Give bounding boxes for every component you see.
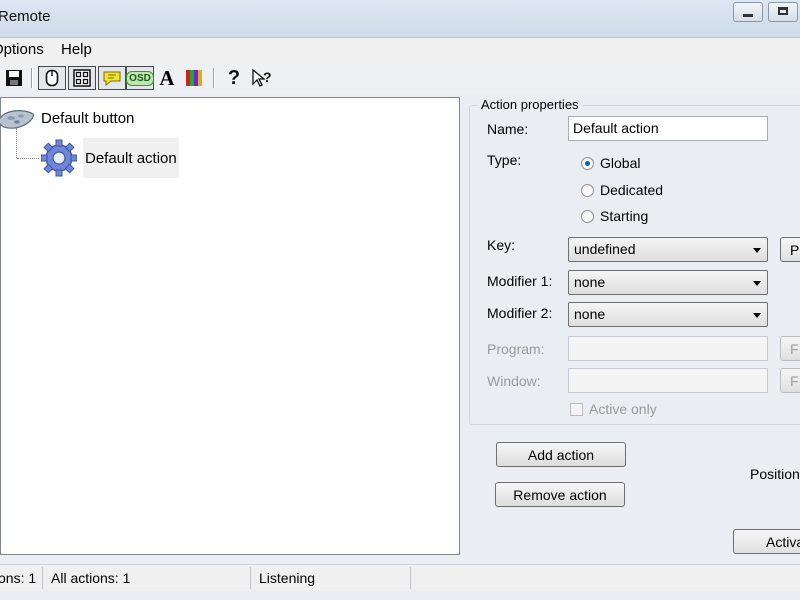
- tree-node-default-action-label[interactable]: Default action: [85, 150, 177, 167]
- font-icon: A: [159, 65, 175, 90]
- osd-button[interactable]: OSD: [126, 66, 154, 90]
- help-icon: ?: [227, 66, 241, 89]
- program-label: Program:: [487, 341, 545, 357]
- modifier1-label: Modifier 1:: [487, 273, 553, 289]
- toolbar: OSD A ? ?: [0, 62, 800, 94]
- grid-icon: [73, 69, 91, 87]
- remote-control-icon: [0, 110, 34, 129]
- context-help-icon: ?: [252, 68, 272, 87]
- mouse-mode-button[interactable]: [38, 66, 66, 90]
- button-tree[interactable]: Default button Default action: [0, 97, 460, 555]
- modifier1-select[interactable]: none: [568, 270, 768, 295]
- name-field[interactable]: Default action: [568, 116, 768, 141]
- remove-action-button[interactable]: Remove action: [495, 482, 625, 507]
- menu-bar: Options Help: [0, 38, 800, 63]
- status-all-actions: All actions: 1: [51, 570, 131, 586]
- status-divider: [42, 567, 43, 589]
- active-only-checkbox[interactable]: [570, 403, 583, 416]
- save-icon: [6, 70, 22, 86]
- status-listening: Listening: [259, 570, 316, 586]
- program-field[interactable]: [568, 336, 768, 361]
- program-browse-button[interactable]: F: [780, 336, 800, 361]
- maximize-icon: [778, 7, 788, 15]
- modifier2-label: Modifier 2:: [487, 305, 553, 321]
- osd-icon: OSD: [126, 70, 154, 86]
- chevron-down-icon: [753, 248, 761, 253]
- add-action-button[interactable]: Add action: [496, 442, 626, 467]
- program-browse-button-label: F: [790, 340, 799, 357]
- chevron-down-icon: [753, 313, 761, 318]
- window-field[interactable]: [568, 368, 768, 393]
- messages-button[interactable]: [98, 66, 126, 90]
- tree-node-default-button-label[interactable]: Default button: [41, 110, 134, 127]
- mouse-icon: [45, 69, 59, 87]
- toolbar-separator: [31, 68, 33, 88]
- toolbar-separator: [213, 68, 215, 88]
- key-select[interactable]: undefined: [568, 237, 768, 262]
- type-dedicated-label[interactable]: Dedicated: [600, 182, 663, 198]
- tree-node-default-action[interactable]: [40, 138, 78, 178]
- chevron-down-icon: [753, 281, 761, 286]
- minimize-icon: [743, 14, 753, 17]
- active-only-label[interactable]: Active only: [589, 401, 657, 417]
- key-select-value: undefined: [574, 241, 636, 257]
- help-button[interactable]: ?: [224, 66, 244, 90]
- key-press-button-label: P: [790, 241, 800, 258]
- action-properties-caption: Action properties: [478, 97, 582, 112]
- status-bar: ons: 1 All actions: 1 Listening: [0, 564, 800, 591]
- modifier2-select[interactable]: none: [568, 302, 768, 327]
- menu-options[interactable]: Options: [0, 41, 44, 58]
- name-label: Name:: [487, 121, 529, 137]
- key-label: Key:: [487, 237, 516, 253]
- save-button[interactable]: [3, 66, 25, 90]
- menu-help[interactable]: Help: [61, 41, 92, 58]
- context-help-glyph: ?: [263, 69, 272, 85]
- key-press-button[interactable]: P: [780, 237, 800, 262]
- type-global-radio[interactable]: [581, 157, 594, 170]
- colors-button[interactable]: [183, 66, 205, 90]
- type-starting-label[interactable]: Starting: [600, 208, 648, 224]
- font-button[interactable]: A: [156, 66, 178, 90]
- position-label: Position:: [750, 466, 800, 482]
- speech-bubble-icon: [103, 71, 121, 87]
- activate-button-label: Activa: [766, 533, 800, 550]
- window-title: Remote: [0, 8, 51, 25]
- activate-button[interactable]: Activa: [733, 529, 800, 554]
- minimize-button[interactable]: [733, 2, 763, 22]
- title-bar: Remote: [0, 0, 800, 38]
- window-label: Window:: [487, 373, 541, 389]
- grid-mode-button[interactable]: [68, 66, 96, 90]
- tree-connector: [17, 158, 39, 159]
- tree-node-default-button[interactable]: [0, 104, 37, 134]
- gear-icon: [40, 139, 78, 177]
- window-browse-button[interactable]: F: [780, 368, 800, 393]
- type-starting-radio[interactable]: [581, 210, 594, 223]
- modifier1-select-value: none: [574, 274, 606, 290]
- context-help-button[interactable]: ?: [250, 66, 274, 90]
- modifier2-select-value: none: [574, 306, 606, 322]
- type-dedicated-radio[interactable]: [581, 184, 594, 197]
- type-global-label[interactable]: Global: [600, 155, 640, 171]
- window-browse-button-label: F: [790, 372, 799, 389]
- status-divider: [410, 567, 411, 589]
- status-actions-count: ons: 1: [0, 570, 37, 586]
- type-label: Type:: [487, 152, 522, 168]
- status-divider: [250, 567, 251, 589]
- color-bars-icon: [186, 70, 202, 86]
- maximize-button[interactable]: [768, 2, 798, 22]
